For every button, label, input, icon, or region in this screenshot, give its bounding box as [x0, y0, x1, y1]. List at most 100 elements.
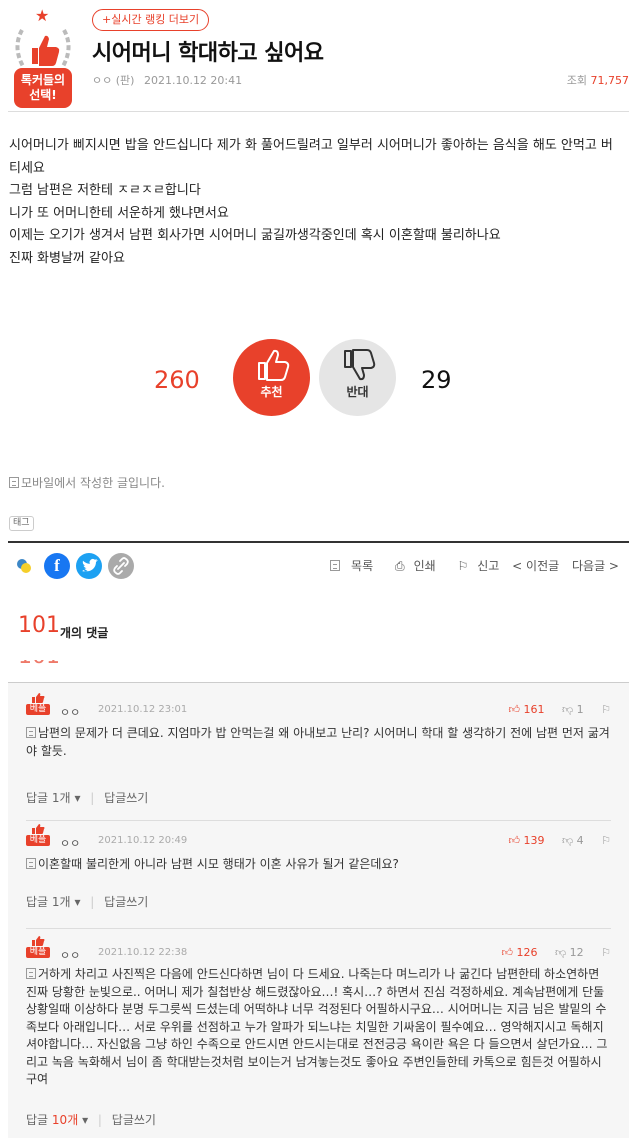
comment-count-label: 개의 댓글: [60, 626, 109, 640]
upvote-button[interactable]: 추천: [233, 339, 310, 416]
post-tools: 목록 ⎙ 인쇄 ⚐ 신고 < 이전글 다음글 >: [312, 557, 619, 574]
report-label: 신고: [477, 559, 500, 573]
view-count: 조회 71,757: [567, 72, 629, 88]
reply-toggle[interactable]: 답글 1개 ▾: [26, 895, 80, 909]
comment-count-ghost: 101: [18, 660, 128, 670]
report-button[interactable]: ⚐ 신고: [448, 559, 499, 573]
facebook-share-button[interactable]: f: [44, 553, 70, 579]
print-icon: ⎙: [394, 559, 405, 573]
kakao-icon: [17, 559, 31, 573]
best-comment-badge: 베플: [26, 935, 50, 959]
copy-link-button[interactable]: [108, 553, 134, 579]
reply-label: 답글: [26, 1113, 49, 1127]
comment-report-icon[interactable]: ⚐: [601, 834, 611, 847]
post-line: 그럼 남편은 저한테 ㅈㄹㅈㄹ합니다: [9, 183, 201, 198]
downvote-label: 반대: [346, 385, 369, 399]
comment-actions: 답글 10개 ▾ | 답글쓰기: [26, 1111, 156, 1128]
thumbs-up-icon: 👍︎: [508, 834, 520, 847]
comment-downvote-count: 12: [569, 946, 584, 959]
thumbs-down-icon: 👎︎: [561, 703, 574, 716]
reply-toggle[interactable]: 답글 10개 ▾: [26, 1113, 88, 1127]
comment-upvote-button[interactable]: 👍︎ 126: [501, 946, 537, 959]
post-line: 시어머니가 삐지시면 밥을 안드십니다 제가 화 풀어드릴려고 일부러 시어머니…: [9, 138, 613, 176]
twitter-share-button[interactable]: [76, 553, 102, 579]
prev-post-link[interactable]: < 이전글: [512, 559, 559, 573]
write-reply-button[interactable]: 답글쓰기: [112, 1113, 156, 1127]
thumbs-up-icon: [32, 824, 45, 834]
report-icon: ⚐: [457, 559, 469, 573]
comment-text-content: 거하게 차리고 사진찍은 다음에 안드신다하면 님이 다 드세요. 나죽는다 며…: [26, 967, 608, 1086]
comment-divider: [26, 820, 611, 821]
mobile-note-text: 모바일에서 작성한 글입니다.: [21, 476, 165, 490]
comment-date: 2021.10.12 20:49: [98, 835, 188, 846]
kakao-share-button[interactable]: [12, 553, 38, 579]
comment-downvote-count: 4: [576, 834, 584, 847]
comment-votes: 👍︎ 139 👎︎ 4 ⚐: [508, 834, 611, 847]
comment-text: 남편의 문제가 더 큰데요. 지엄마가 밥 안먹는걸 왜 아내보고 난리? 시어…: [26, 725, 611, 760]
comment-text: 이혼할때 불리한게 아니라 남편 시모 행태가 이혼 사유가 될거 같은데요?: [26, 856, 611, 874]
chevron-down-icon: ▾: [82, 1113, 89, 1127]
mobile-note: 모바일에서 작성한 글입니다.: [9, 474, 165, 491]
action-separator: |: [97, 1113, 102, 1127]
best-comment-badge: 베플: [26, 692, 50, 716]
reply-toggle[interactable]: 답글 1개 ▾: [26, 791, 80, 805]
post-line: 이제는 오기가 생겨서 남편 회사가면 시어머니 굶길까생각중인데 혹시 이혼할…: [9, 228, 501, 243]
comment-upvote-button[interactable]: 👍︎ 139: [508, 834, 544, 847]
chevron-down-icon: ▾: [74, 895, 81, 909]
post-author[interactable]: ㅇㅇ (판): [92, 74, 134, 87]
best-comment: 베플 ㅇㅇ 2021.10.12 22:38 👍︎ 126 👎︎ 12 ⚐ 거하…: [26, 935, 629, 1135]
downvote-count: 29: [421, 366, 452, 394]
view-count-value: 71,757: [590, 74, 629, 87]
list-label: 목록: [351, 559, 374, 573]
comment-actions: 답글 1개 ▾ | 답글쓰기: [26, 893, 148, 910]
view-count-label: 조회: [566, 74, 587, 87]
comment-upvote-count: 139: [523, 834, 545, 847]
comment-report-icon[interactable]: ⚐: [601, 703, 611, 716]
comment-date: 2021.10.12 23:01: [98, 704, 188, 715]
realtime-ranking-link[interactable]: +실시간 랭킹 더보기: [92, 9, 210, 31]
comment-author[interactable]: ㅇㅇ: [60, 947, 80, 963]
comment-divider: [26, 928, 611, 929]
comment-text-content: 남편의 문제가 더 큰데요. 지엄마가 밥 안먹는걸 왜 아내보고 난리? 시어…: [26, 726, 610, 758]
upvote-count: 260: [154, 366, 200, 394]
comment-count-ghost-text: 101: [18, 660, 60, 669]
write-reply-button[interactable]: 답글쓰기: [104, 895, 148, 909]
comment-author[interactable]: ㅇㅇ: [60, 704, 80, 720]
list-button[interactable]: 목록: [321, 559, 373, 573]
thumbs-up-icon: 👍︎: [501, 946, 513, 959]
best-comment-badge: 베플: [26, 823, 50, 847]
post-body: 시어머니가 삐지시면 밥을 안드십니다 제가 화 풀어드릴려고 일부러 시어머니…: [9, 135, 624, 270]
mobile-icon: [26, 858, 36, 869]
thumbs-up-icon: [257, 349, 289, 381]
next-post-link[interactable]: 다음글 >: [572, 559, 619, 573]
mobile-icon: [26, 968, 36, 979]
comment-text-content: 이혼할때 불리한게 아니라 남편 시모 행태가 이혼 사유가 될거 같은데요?: [38, 857, 399, 871]
header-divider: [8, 111, 629, 112]
mobile-icon: [9, 477, 19, 488]
best-pick-label-line2: 선택!: [29, 88, 57, 102]
comment-upvote-count: 161: [523, 703, 545, 716]
comment-author[interactable]: ㅇㅇ: [60, 835, 80, 851]
page-title: 시어머니 학대하고 싶어요: [92, 41, 324, 66]
thumbs-down-icon: 👎︎: [561, 834, 574, 847]
comment-upvote-count: 126: [516, 946, 538, 959]
write-reply-button[interactable]: 답글쓰기: [104, 791, 148, 805]
downvote-button[interactable]: 반대: [319, 339, 396, 416]
chevron-down-icon: ▾: [74, 791, 81, 805]
best-pick-label-line1: 톡커들의: [20, 73, 66, 87]
post-line: 니가 또 어머니한테 서운하게 했냐면서요: [9, 205, 229, 221]
comment-report-icon[interactable]: ⚐: [601, 946, 611, 959]
twitter-icon: [82, 558, 98, 572]
reply-count: 1개: [51, 895, 71, 909]
best-comment: 베플 ㅇㅇ 2021.10.12 23:01 👍︎ 161 👎︎ 1 ⚐ 남편의…: [26, 692, 629, 822]
comment-upvote-button[interactable]: 👍︎ 161: [508, 703, 544, 716]
print-button[interactable]: ⎙ 인쇄: [386, 559, 436, 573]
post-divider: [8, 541, 629, 543]
comment-downvote-button[interactable]: 👎︎ 1: [562, 703, 584, 716]
comment-downvote-button[interactable]: 👎︎ 12: [555, 946, 584, 959]
best-comments-section: 베플 ㅇㅇ 2021.10.12 23:01 👍︎ 161 👎︎ 1 ⚐ 남편의…: [8, 682, 629, 1138]
comment-downvote-button[interactable]: 👎︎ 4: [562, 834, 584, 847]
mobile-icon: [26, 727, 36, 738]
reply-label: 답글: [26, 791, 49, 805]
post-meta: ㅇㅇ (판) 2021.10.12 20:41: [92, 72, 242, 88]
